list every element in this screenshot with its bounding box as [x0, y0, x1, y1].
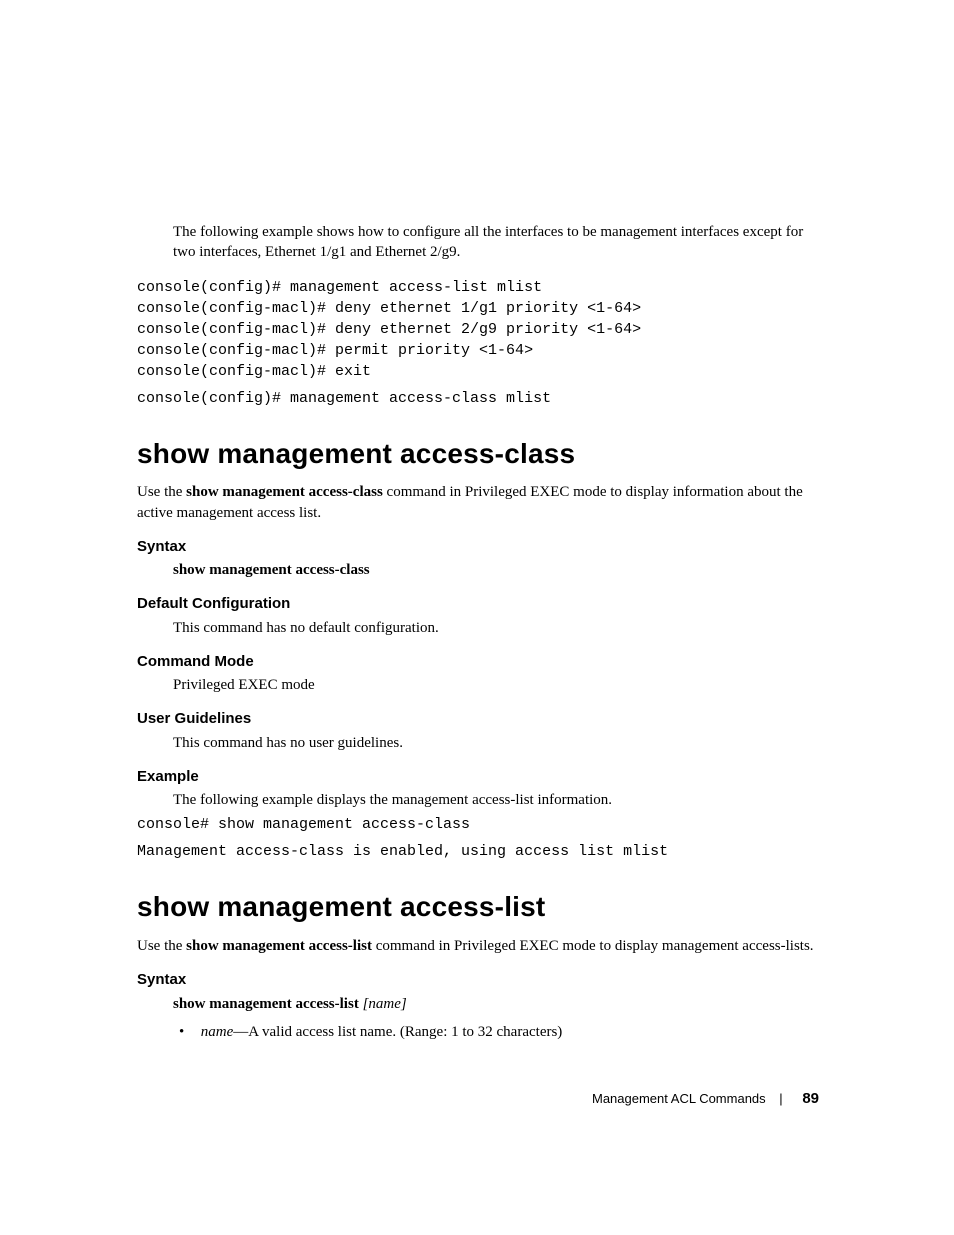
command-mode-heading: Command Mode	[137, 652, 819, 672]
example-heading: Example	[137, 767, 819, 787]
syntax-command: show management access-class	[173, 560, 819, 580]
bullet-text: —A valid access list name. (Range: 1 to …	[233, 1024, 562, 1040]
default-config-heading: Default Configuration	[137, 594, 819, 614]
code-block-config-2: console(config)# management access-class…	[137, 388, 819, 409]
footer-separator: |	[779, 1091, 782, 1106]
section-heading-access-class: show management access-class	[137, 435, 819, 473]
section-heading-access-list: show management access-list	[137, 888, 819, 926]
syntax2-arg: [name]	[359, 996, 407, 1012]
section2-description: Use the show management access-list comm…	[137, 936, 819, 956]
command-mode-text: Privileged EXEC mode	[173, 675, 819, 695]
default-config-text: This command has no default configuratio…	[173, 618, 819, 638]
user-guidelines-heading: User Guidelines	[137, 709, 819, 729]
syntax-heading: Syntax	[137, 537, 819, 557]
syntax2-line: show management access-list [name]	[173, 994, 819, 1014]
example-code-1: console# show management access-class	[137, 814, 819, 835]
desc2-text-1: Use the	[137, 938, 186, 954]
bullet-arg: name—A valid access list name. (Range: 1…	[197, 1022, 819, 1042]
syntax2-command: show management access-list	[173, 996, 359, 1012]
footer-label: Management ACL Commands	[592, 1091, 766, 1106]
syntax2-heading: Syntax	[137, 970, 819, 990]
intro-paragraph: The following example shows how to confi…	[173, 222, 819, 263]
code-block-config: console(config)# management access-list …	[137, 277, 819, 382]
footer-page-number: 89	[802, 1090, 819, 1107]
page-footer: Management ACL Commands | 89	[592, 1090, 819, 1107]
section1-description: Use the show management access-class com…	[137, 482, 819, 523]
page-body: The following example shows how to confi…	[0, 0, 954, 1042]
desc2-text-2: command in Privileged EXEC mode to displ…	[372, 938, 814, 954]
desc-text-1: Use the	[137, 484, 186, 500]
desc-command: show management access-class	[186, 484, 383, 500]
bullet-keyword: name	[201, 1024, 234, 1040]
example-code-2: Management access-class is enabled, usin…	[137, 841, 819, 862]
user-guidelines-text: This command has no user guidelines.	[173, 733, 819, 753]
desc2-command: show management access-list	[186, 938, 372, 954]
example-description: The following example displays the manag…	[173, 790, 819, 810]
